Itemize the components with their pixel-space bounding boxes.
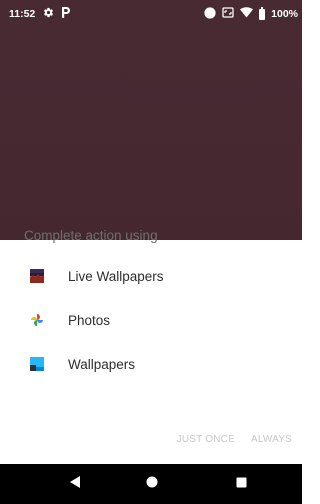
dimmed-background-scrim[interactable] [0,0,302,240]
battery-icon [259,6,266,20]
p-icon [61,7,71,21]
list-item-wallpapers[interactable]: Wallpapers [0,344,302,384]
wallpapers-icon [30,357,44,371]
photos-pinwheel-icon [30,313,44,327]
screen: 11:52 100% Complete action using Live Wa… [0,0,302,504]
gear-icon [43,7,54,21]
dialog-actions: JUST ONCE ALWAYS [177,434,292,450]
status-time: 11:52 [9,8,36,20]
live-wallpapers-icon [30,269,44,283]
back-button[interactable] [55,464,95,504]
battery-percent: 100% [271,8,298,20]
circle-icon [204,7,216,22]
list-item-photos[interactable]: Photos [0,300,302,340]
list-item-label: Photos [68,312,111,328]
just-once-button[interactable]: JUST ONCE [177,434,235,450]
home-icon [146,475,158,493]
cast-icon [222,7,234,21]
recents-icon [236,475,247,493]
navigation-bar [0,464,302,504]
dialog-title: Complete action using [24,228,158,243]
always-button[interactable]: ALWAYS [251,434,292,450]
back-icon [69,475,81,493]
list-item-live-wallpapers[interactable]: Live Wallpapers [0,256,302,296]
home-button[interactable] [132,464,172,504]
recents-button[interactable] [221,464,261,504]
list-item-label: Live Wallpapers [68,268,164,284]
list-item-label: Wallpapers [68,356,136,372]
status-bar: 11:52 100% [8,0,302,28]
wifi-icon [240,7,254,21]
